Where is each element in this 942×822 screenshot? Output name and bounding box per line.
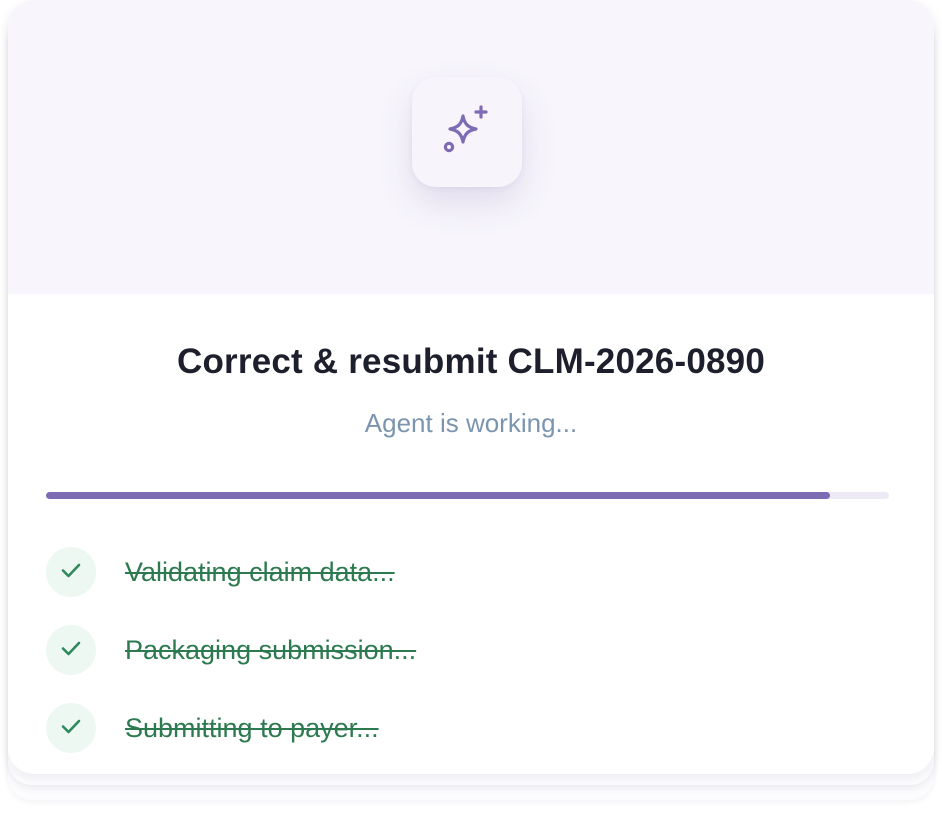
step-item: Validating claim data...	[46, 547, 395, 597]
agent-task-card: Correct & resubmit CLM-2026-0890 Agent i…	[8, 0, 934, 774]
step-status-badge	[46, 703, 96, 753]
agent-icon-tile	[412, 77, 522, 187]
sparkles-icon	[439, 102, 495, 163]
hero-banner	[8, 0, 934, 294]
progress-bar	[46, 492, 889, 499]
step-label: Validating claim data...	[125, 556, 395, 587]
step-label: Submitting to payer...	[125, 712, 379, 743]
agent-status-text: Agent is working...	[364, 408, 578, 438]
step-label: Packaging submission...	[125, 634, 417, 665]
step-item: Submitting to payer...	[46, 703, 379, 753]
check-icon	[59, 558, 83, 587]
check-icon	[59, 714, 83, 743]
step-status-badge	[46, 625, 96, 675]
step-status-badge	[46, 547, 96, 597]
check-icon	[59, 636, 83, 665]
progress-bar-fill	[46, 492, 830, 499]
step-item: Packaging submission...	[46, 625, 416, 675]
agent-progress-panel: Correct & resubmit CLM-2026-0890 Agent i…	[0, 0, 942, 822]
task-title: Correct & resubmit CLM-2026-0890	[177, 342, 765, 381]
